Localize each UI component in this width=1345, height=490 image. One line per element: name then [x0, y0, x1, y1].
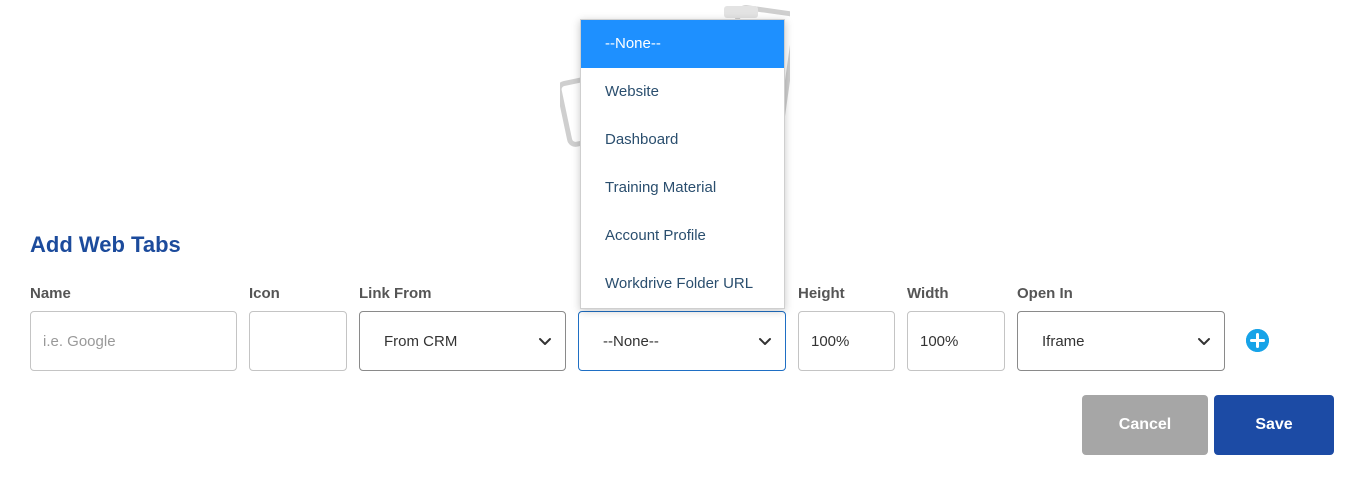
dropdown-option-training-material[interactable]: Training Material: [581, 164, 784, 212]
link-select[interactable]: --None--: [578, 311, 786, 371]
width-input[interactable]: [907, 311, 1005, 371]
link-value: --None--: [603, 332, 659, 350]
chevron-down-icon: [759, 338, 771, 345]
height-input[interactable]: [798, 311, 895, 371]
column-label-icon: Icon: [249, 285, 280, 302]
dropdown-option-website[interactable]: Website: [581, 68, 784, 116]
chevron-down-icon: [1198, 338, 1210, 345]
plus-circle-icon: [1246, 329, 1269, 352]
cancel-button[interactable]: Cancel: [1082, 395, 1208, 455]
dropdown-option-workdrive-folder-url[interactable]: Workdrive Folder URL: [581, 260, 784, 308]
icon-input[interactable]: [249, 311, 347, 371]
link-from-select[interactable]: From CRM: [359, 311, 566, 371]
dropdown-option-account-profile[interactable]: Account Profile: [581, 212, 784, 260]
column-label-name: Name: [30, 285, 71, 302]
link-dropdown-menu: --None-- Website Dashboard Training Mate…: [580, 19, 785, 309]
name-input[interactable]: [30, 311, 237, 371]
column-label-open-in: Open In: [1017, 285, 1073, 302]
column-label-link-from: Link From: [359, 285, 432, 302]
dropdown-option-dashboard[interactable]: Dashboard: [581, 116, 784, 164]
link-from-value: From CRM: [384, 332, 458, 350]
chevron-down-icon: [539, 338, 551, 345]
save-button[interactable]: Save: [1214, 395, 1334, 455]
section-title: Add Web Tabs: [30, 232, 181, 257]
column-label-width: Width: [907, 285, 949, 302]
add-row-button[interactable]: [1246, 329, 1269, 352]
open-in-value: Iframe: [1042, 332, 1085, 350]
dropdown-option-none[interactable]: --None--: [581, 20, 784, 68]
open-in-select[interactable]: Iframe: [1017, 311, 1225, 371]
column-label-height: Height: [798, 285, 845, 302]
